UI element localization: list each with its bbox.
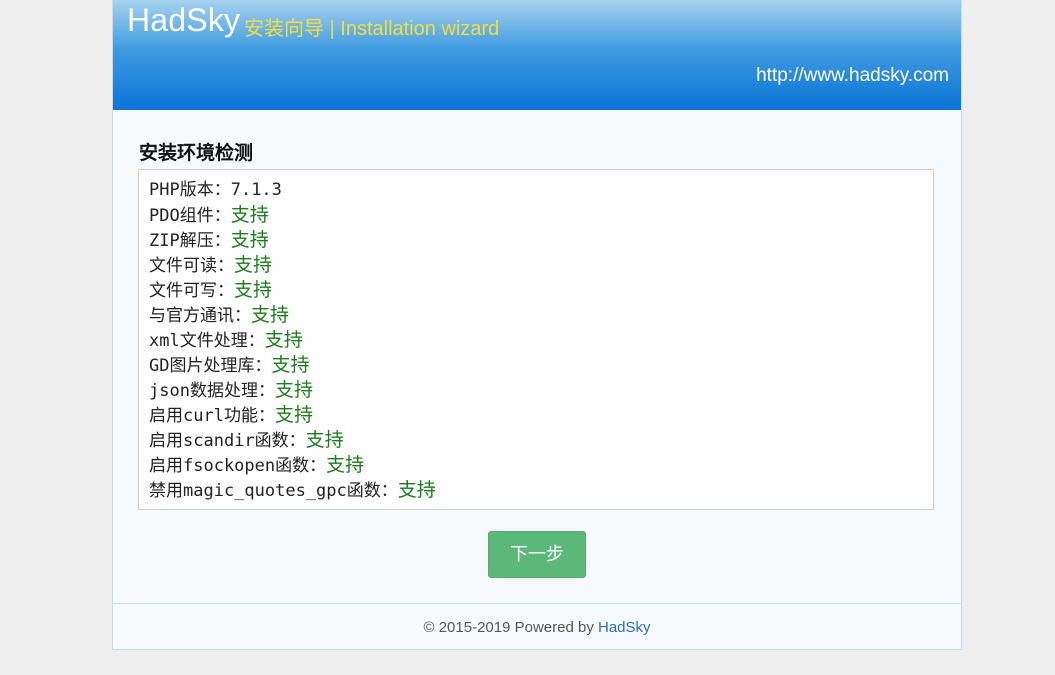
check-row: xml文件处理：支持 xyxy=(149,328,923,353)
check-value: 支持 xyxy=(397,479,436,501)
check-row: 启用fsockopen函数：支持 xyxy=(149,453,923,478)
check-row: 启用curl功能：支持 xyxy=(149,403,923,428)
check-value: 支持 xyxy=(326,454,365,476)
installer-panel: HadSky 安装向导 | Installation wizard http:/… xyxy=(112,0,962,650)
site-url: http://www.hadsky.com xyxy=(756,65,949,86)
footer-copyright: © 2015-2019 Powered by xyxy=(423,619,598,636)
check-label: GD图片处理库： xyxy=(149,356,272,376)
check-label: xml文件处理： xyxy=(149,331,265,351)
check-row: 启用scandir函数：支持 xyxy=(149,428,923,453)
check-value: 支持 xyxy=(230,229,269,251)
check-row: 禁用magic_quotes_gpc函数：支持 xyxy=(149,478,923,503)
check-label: 启用fsockopen函数： xyxy=(149,456,327,476)
check-row: json数据处理：支持 xyxy=(149,378,923,403)
check-row: 文件可写：支持 xyxy=(149,278,923,303)
check-row: 文件可读：支持 xyxy=(149,253,923,278)
check-value: 支持 xyxy=(234,279,273,301)
check-value: 支持 xyxy=(274,404,313,426)
check-value: 支持 xyxy=(251,304,290,326)
check-label: 文件可写： xyxy=(149,281,234,301)
check-value: 支持 xyxy=(274,379,313,401)
check-label: 文件可读： xyxy=(149,256,234,276)
check-value: 支持 xyxy=(264,329,303,351)
next-step-button[interactable]: 下一步 xyxy=(488,531,586,578)
check-label: json数据处理： xyxy=(149,381,275,401)
check-row: GD图片处理库：支持 xyxy=(149,353,923,378)
environment-check-list: PHP版本：7.1.3 PDO组件：支持 ZIP解压：支持 文件可读：支持 文件可写：支… xyxy=(138,169,934,510)
check-row: 与官方通讯：支持 xyxy=(149,303,923,328)
header-banner: HadSky 安装向导 | Installation wizard http:/… xyxy=(113,0,961,110)
check-value: 支持 xyxy=(230,204,269,226)
check-value: 支持 xyxy=(305,429,344,451)
footer-hadsky-link[interactable]: HadSky xyxy=(598,619,651,636)
section-title: 安装环境检测 xyxy=(139,142,254,164)
check-label: PDO组件： xyxy=(149,206,231,226)
check-label: ZIP解压： xyxy=(149,231,231,251)
check-value: 支持 xyxy=(271,354,310,376)
logo: HadSky xyxy=(127,2,241,38)
check-row: PDO组件：支持 xyxy=(149,203,923,228)
check-label: PHP版本： xyxy=(149,180,231,200)
check-label: 禁用magic_quotes_gpc函数： xyxy=(149,481,398,501)
check-value: 支持 xyxy=(234,254,273,276)
check-label: 与官方通讯： xyxy=(149,306,251,326)
check-row: PHP版本：7.1.3 xyxy=(149,178,923,203)
check-label: 启用curl功能： xyxy=(149,406,275,426)
header-subtitle: 安装向导 | Installation wizard xyxy=(244,18,500,40)
check-row: ZIP解压：支持 xyxy=(149,228,923,253)
check-value: 7.1.3 xyxy=(230,180,282,200)
footer: © 2015-2019 Powered by HadSky xyxy=(113,603,961,650)
check-label: 启用scandir函数： xyxy=(149,431,306,451)
